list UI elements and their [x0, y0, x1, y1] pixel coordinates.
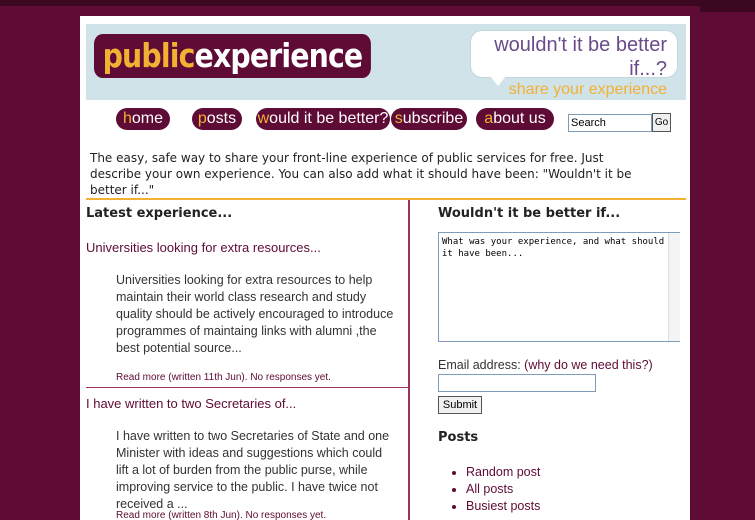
page-container: publicexperience wouldn't it be better i…: [80, 16, 690, 520]
post-separator: [86, 387, 408, 388]
nav-better-initial: w: [257, 110, 270, 127]
search-input[interactable]: [568, 114, 652, 132]
nav-about-initial: a: [484, 110, 494, 127]
sidebar-heading: Wouldn't it be better if...: [438, 206, 621, 221]
nav-home-initial: h: [122, 110, 132, 127]
experience-textarea[interactable]: What was your experience, and what shoul…: [438, 232, 680, 342]
nav-posts-label: osts: [206, 110, 237, 127]
nav-about-label: bout us: [493, 110, 546, 127]
all-posts-link[interactable]: All posts: [466, 481, 540, 498]
why-email-link[interactable]: (why do we need this?): [524, 358, 653, 372]
site-header: publicexperience wouldn't it be better i…: [86, 24, 686, 100]
post-excerpt: I have written to two Secretaries of Sta…: [116, 429, 390, 511]
nav-posts-initial: p: [197, 110, 207, 127]
nav-home-label: ome: [131, 110, 164, 127]
email-label: Email address: (why do we need this?): [438, 358, 653, 372]
tagline-main: wouldn't it be better if...?: [494, 34, 667, 80]
latest-heading: Latest experience...: [86, 206, 233, 221]
search-go-button[interactable]: Go: [652, 113, 671, 132]
tagline-bubble: wouldn't it be better if...? share your …: [470, 30, 678, 98]
site-logo[interactable]: publicexperience: [94, 34, 371, 78]
divider: [86, 198, 686, 200]
window-top-bar-right: [700, 0, 755, 12]
submit-button[interactable]: Submit: [438, 396, 482, 414]
nav-better-label: ould it be better?: [269, 110, 389, 127]
post-meta-text: (written 8th Jun). No responses yet.: [165, 510, 327, 520]
posts-links: Random post All posts Busiest posts: [450, 464, 540, 515]
speech-bubble-tail-icon: [490, 76, 506, 86]
nav-about-us[interactable]: about us: [476, 108, 554, 130]
nav-subscribe-initial: s: [394, 110, 403, 127]
email-label-text: Email address:: [438, 358, 525, 372]
random-post-link[interactable]: Random post: [466, 464, 540, 481]
post-meta-text: (written 11th Jun). No responses yet.: [165, 372, 331, 383]
posts-heading: Posts: [438, 430, 479, 445]
email-field[interactable]: [438, 374, 596, 392]
intro-text: The easy, safe way to share your front-l…: [90, 151, 632, 197]
nav-home[interactable]: home: [116, 108, 170, 130]
read-more-link[interactable]: Read more: [116, 510, 165, 520]
logo-text-public: public: [102, 36, 196, 75]
post-meta: Read more (written 11th Jun). No respons…: [116, 372, 331, 383]
nav-subscribe-label: ubscribe: [402, 110, 464, 127]
nav-posts[interactable]: posts: [192, 108, 242, 130]
post-excerpt: Universities looking for extra resources…: [116, 273, 394, 355]
read-more-link[interactable]: Read more: [116, 372, 165, 383]
nav-subscribe[interactable]: subscribe: [391, 108, 467, 130]
column-divider: [408, 200, 410, 520]
post-title-link[interactable]: Universities looking for extra resources…: [86, 240, 321, 255]
post-title-link[interactable]: I have written to two Secretaries of...: [86, 396, 296, 411]
textarea-scrollbar[interactable]: [668, 233, 680, 341]
window-top-bar: [0, 0, 755, 6]
logo-text-experience: experience: [194, 36, 364, 75]
busiest-posts-link[interactable]: Busiest posts: [466, 498, 540, 515]
nav-would-it-be-better[interactable]: would it be better?: [256, 108, 390, 130]
post-meta: Read more (written 8th Jun). No response…: [116, 510, 326, 520]
